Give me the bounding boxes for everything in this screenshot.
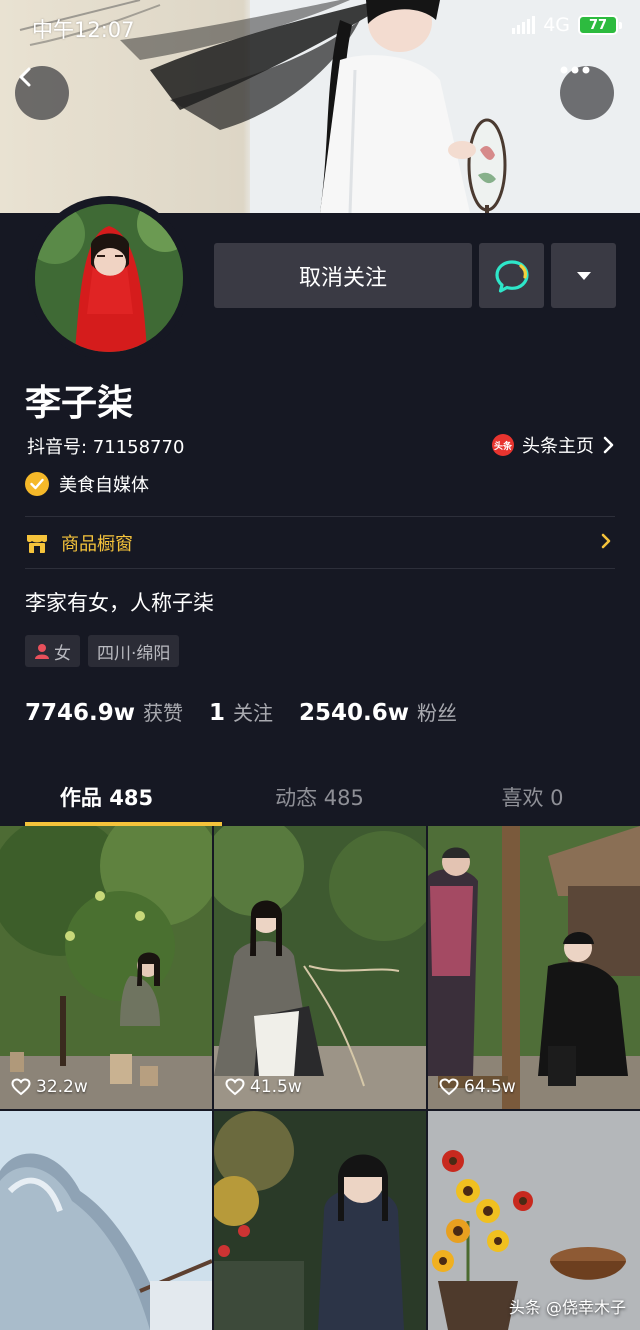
message-button[interactable]	[479, 243, 544, 308]
heart-outline-icon	[225, 1078, 245, 1096]
watermark: 头条 @侥幸木子	[508, 1298, 626, 1317]
video-thumbnail[interactable]: 64.5w	[428, 826, 640, 1109]
video-grid: 32.2w 41.5w 64.5w 头条 @侥幸木子	[0, 826, 640, 1330]
network-label: 4G	[543, 14, 570, 36]
more-dots-icon	[560, 66, 590, 74]
avatar[interactable]	[35, 204, 183, 352]
like-count-value: 64.5w	[464, 1077, 516, 1097]
profile-tabs: 作品 485 动态 485 喜欢 0	[0, 768, 640, 826]
toutiao-homepage-label: 头条主页	[522, 436, 594, 457]
tab-likes[interactable]: 喜欢 0	[426, 768, 639, 826]
toutiao-logo-icon: 头条	[492, 434, 514, 456]
toutiao-homepage-link[interactable]: 头条 头条主页	[492, 432, 614, 458]
chat-bubble-icon	[494, 259, 529, 293]
verified-label: 美食自媒体	[59, 475, 149, 496]
product-showcase-label: 商品橱窗	[61, 534, 133, 555]
more-options-dropdown[interactable]	[551, 243, 616, 308]
profile-tags: 女 四川·绵阳	[25, 635, 180, 667]
video-thumbnail-image	[0, 1111, 212, 1330]
heart-outline-icon	[11, 1078, 31, 1096]
shop-icon	[27, 535, 47, 553]
chevron-right-icon	[603, 436, 614, 454]
like-count-value: 41.5w	[250, 1077, 302, 1097]
followers-count[interactable]: 2540.6w	[299, 700, 409, 726]
video-thumbnail[interactable]	[214, 1111, 426, 1330]
video-thumbnail-image	[214, 826, 426, 1109]
chevron-right-icon	[601, 533, 611, 549]
signal-icon	[512, 16, 536, 34]
likes-count: 7746.9w	[25, 700, 136, 726]
profile-cover: 中午12:07 4G 77	[0, 0, 640, 213]
verified-badge-icon	[25, 472, 49, 496]
video-thumbnail[interactable]: 32.2w	[0, 826, 212, 1109]
back-button[interactable]	[15, 66, 69, 120]
video-thumbnail-image	[214, 1111, 426, 1330]
verified-row: 美食自媒体	[25, 471, 149, 497]
tab-works[interactable]: 作品 485	[0, 768, 222, 826]
chevron-left-icon	[19, 67, 31, 87]
avatar-image	[35, 204, 183, 352]
following-label[interactable]: 关注	[233, 697, 273, 726]
like-count-value: 32.2w	[36, 1077, 88, 1097]
triangle-down-icon	[576, 271, 591, 280]
following-count[interactable]: 1	[209, 700, 225, 726]
location-tag: 四川·绵阳	[88, 635, 180, 667]
divider	[25, 568, 615, 569]
status-icons: 4G 77	[512, 14, 622, 36]
profile-stats: 7746.9w 获赞 1 关注 2540.6w 粉丝	[25, 697, 483, 726]
gender-label: 女	[54, 643, 71, 664]
status-time: 中午12:07	[32, 18, 135, 42]
video-thumbnail-image	[0, 826, 212, 1109]
unfollow-button[interactable]: 取消关注	[214, 243, 472, 308]
video-thumbnail[interactable]	[0, 1111, 212, 1330]
likes-label: 获赞	[143, 701, 184, 725]
like-count: 32.2w	[11, 1077, 88, 1097]
battery-icon: 77	[578, 15, 622, 35]
tab-moments[interactable]: 动态 485	[213, 768, 426, 826]
more-button[interactable]	[560, 66, 614, 120]
location-label: 四川·绵阳	[97, 643, 171, 664]
product-showcase-row[interactable]: 商品橱窗	[25, 518, 615, 568]
like-count: 41.5w	[225, 1077, 302, 1097]
divider	[25, 516, 615, 517]
followers-label[interactable]: 粉丝	[417, 697, 457, 726]
douyin-id: 抖音号: 71158770	[27, 437, 185, 458]
heart-outline-icon	[439, 1078, 459, 1096]
female-user-icon	[35, 644, 49, 659]
video-thumbnail-image	[428, 826, 640, 1109]
like-count: 64.5w	[439, 1077, 516, 1097]
video-thumbnail[interactable]: 41.5w	[214, 826, 426, 1109]
profile-bio: 李家有女，人称子柒	[25, 591, 214, 615]
profile-name: 李子柒	[25, 383, 134, 424]
gender-tag: 女	[25, 635, 80, 667]
